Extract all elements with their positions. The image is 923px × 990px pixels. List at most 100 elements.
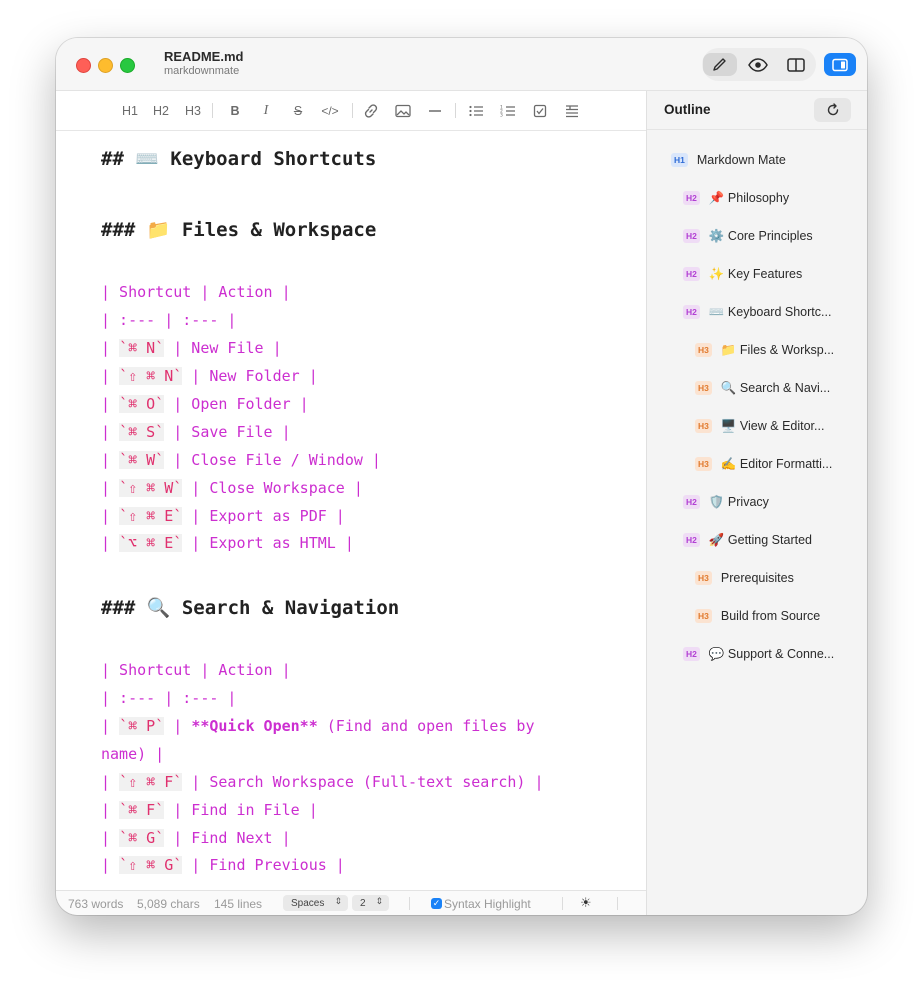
inline-code: `⌘ F` bbox=[119, 801, 165, 819]
horizontal-rule-icon bbox=[429, 110, 441, 112]
heading-level-badge: H2 bbox=[683, 305, 700, 319]
editor-line: | `⌘ O` | Open Folder | bbox=[101, 395, 309, 413]
task-list-button[interactable] bbox=[530, 101, 550, 121]
heading-level-badge: H2 bbox=[683, 647, 700, 661]
editor-line: | `⌘ N` | New File | bbox=[101, 339, 282, 357]
theme-toggle-icon[interactable]: ☀ bbox=[580, 895, 592, 911]
heading-level-badge: H3 bbox=[695, 419, 712, 433]
status-bar: 763 words 5,089 chars 145 lines Spaces ⇕… bbox=[56, 890, 646, 915]
editor-line: | :--- | :--- | bbox=[101, 689, 237, 707]
editor-line: | :--- | :--- | bbox=[101, 311, 237, 329]
strikethrough-button[interactable]: S bbox=[289, 101, 307, 121]
outline-panel: Outline H1 Markdown Mate H2 📌 Philosophy… bbox=[646, 91, 867, 915]
close-window-button[interactable] bbox=[76, 58, 91, 73]
outline-item[interactable]: H3 🖥️ View & Editor... bbox=[695, 416, 824, 436]
horizontal-rule-button[interactable] bbox=[425, 101, 445, 121]
heading-level-badge: H2 bbox=[683, 533, 700, 547]
status-divider bbox=[409, 897, 410, 910]
view-mode-switcher bbox=[702, 48, 816, 81]
zoom-window-button[interactable] bbox=[120, 58, 135, 73]
heading2-button[interactable]: H2 bbox=[151, 101, 171, 121]
inline-code: `⇧ ⌘ F` bbox=[119, 773, 183, 791]
inline-code: `⇧ ⌘ G` bbox=[119, 856, 183, 874]
outline-item-label: Build from Source bbox=[720, 609, 821, 623]
bullet-list-button[interactable] bbox=[466, 101, 486, 121]
heading1-button[interactable]: H1 bbox=[120, 101, 140, 121]
image-icon bbox=[395, 104, 411, 118]
toolbar-divider bbox=[455, 103, 456, 118]
outline-item[interactable]: H2 🛡️ Privacy bbox=[683, 492, 769, 512]
heading3-button[interactable]: H3 bbox=[183, 101, 203, 121]
inline-code: `⌘ G` bbox=[119, 829, 165, 847]
preview-mode-button[interactable] bbox=[741, 53, 775, 76]
outline-divider bbox=[647, 129, 867, 130]
outline-item[interactable]: H3 ✍️ Editor Formatti... bbox=[695, 454, 832, 474]
sidebar-icon bbox=[832, 58, 848, 71]
word-count: 763 words bbox=[68, 897, 124, 911]
outline-item-label: ✍️ Editor Formatti... bbox=[720, 456, 833, 471]
outline-item[interactable]: H2 ✨ Key Features bbox=[683, 264, 802, 284]
editor-line: ## ⌨️ Keyboard Shortcuts bbox=[101, 148, 377, 170]
editor-line: | `⇧ ⌘ G` | Find Previous | bbox=[101, 856, 345, 874]
chevron-updown-icon: ⇕ bbox=[375, 896, 383, 906]
refresh-outline-button[interactable] bbox=[814, 98, 851, 122]
editor-line: | `⌘ S` | Save File | bbox=[101, 423, 291, 441]
editor-line: | `⌘ G` | Find Next | bbox=[101, 829, 291, 847]
chevron-updown-icon: ⇕ bbox=[334, 896, 342, 906]
code-button[interactable]: </> bbox=[317, 101, 343, 121]
outline-item-label: 💬 Support & Conne... bbox=[708, 646, 835, 661]
outline-item[interactable]: H3 Prerequisites bbox=[695, 568, 794, 588]
heading-level-badge: H3 bbox=[695, 571, 712, 585]
outline-item-label: 📁 Files & Worksp... bbox=[720, 342, 835, 357]
outline-item[interactable]: H2 ⚙️ Core Principles bbox=[683, 226, 813, 246]
split-mode-button[interactable] bbox=[779, 53, 813, 76]
app-window: README.md markdownmate H1 H2 H3 B I S </… bbox=[56, 38, 867, 915]
outline-item-label: 🚀 Getting Started bbox=[708, 532, 812, 547]
image-button[interactable] bbox=[393, 101, 413, 121]
bullet-list-icon bbox=[469, 105, 483, 117]
outline-item-label: ⚙️ Core Principles bbox=[708, 228, 813, 243]
outline-item[interactable]: H1 Markdown Mate bbox=[671, 150, 786, 170]
heading-level-badge: H3 bbox=[695, 457, 712, 471]
outline-item[interactable]: H2 💬 Support & Conne... bbox=[683, 644, 834, 664]
syntax-highlight-label: Syntax Highlight bbox=[444, 897, 531, 911]
outline-item[interactable]: H2 ⌨️ Keyboard Shortc... bbox=[683, 302, 831, 322]
numbered-list-button[interactable]: 1 2 3 bbox=[498, 101, 518, 121]
editor-line: | `⇧ ⌘ W` | Close Workspace | bbox=[101, 479, 363, 497]
pencil-icon bbox=[713, 57, 726, 71]
inline-code: `⌘ N` bbox=[119, 339, 165, 357]
split-view-icon bbox=[787, 57, 805, 72]
minimize-window-button[interactable] bbox=[98, 58, 113, 73]
editor-line: ### 📁 Files & Workspace bbox=[101, 219, 377, 241]
refresh-icon bbox=[827, 103, 838, 116]
table-button[interactable] bbox=[562, 101, 582, 121]
indent-size-select[interactable]: 2 ⇕ bbox=[352, 895, 389, 911]
outline-item-label: ⌨️ Keyboard Shortc... bbox=[708, 304, 832, 319]
checkbox-icon bbox=[533, 104, 547, 118]
editor-line: | `⌘ P` | **Quick Open** (Find and open … bbox=[101, 717, 535, 735]
toggle-outline-button[interactable] bbox=[824, 53, 856, 76]
char-count: 5,089 chars bbox=[137, 897, 200, 911]
markdown-editor[interactable]: ## ⌨️ Keyboard Shortcuts ### 📁 Files & W… bbox=[56, 131, 646, 890]
inline-code: `⌘ O` bbox=[119, 395, 165, 413]
italic-button[interactable]: I bbox=[258, 101, 274, 121]
outline-item[interactable]: H3 🔍 Search & Navi... bbox=[695, 378, 830, 398]
inline-code: `⌘ P` bbox=[119, 717, 165, 735]
numbered-list-icon: 1 2 3 bbox=[500, 105, 515, 118]
outline-item[interactable]: H2 📌 Philosophy bbox=[683, 188, 789, 208]
syntax-highlight-checkbox[interactable]: ✓ bbox=[431, 898, 442, 909]
line-count: 145 lines bbox=[214, 897, 263, 911]
edit-mode-button[interactable] bbox=[703, 53, 737, 76]
outline-item-label: ✨ Key Features bbox=[708, 266, 803, 281]
indent-type-select[interactable]: Spaces ⇕ bbox=[283, 895, 348, 911]
title-bar: README.md markdownmate bbox=[56, 38, 867, 91]
editor-line: | `⌘ W` | Close File / Window | bbox=[101, 451, 381, 469]
outline-item[interactable]: H3 Build from Source bbox=[695, 606, 820, 626]
link-button[interactable] bbox=[361, 101, 381, 121]
editor-line: | `⇧ ⌘ N` | New Folder | bbox=[101, 367, 318, 385]
outline-item[interactable]: H2 🚀 Getting Started bbox=[683, 530, 812, 550]
bold-button[interactable]: B bbox=[226, 101, 244, 121]
outline-item[interactable]: H3 📁 Files & Worksp... bbox=[695, 340, 834, 360]
heading-level-badge: H2 bbox=[683, 267, 700, 281]
outline-title: Outline bbox=[664, 102, 711, 117]
